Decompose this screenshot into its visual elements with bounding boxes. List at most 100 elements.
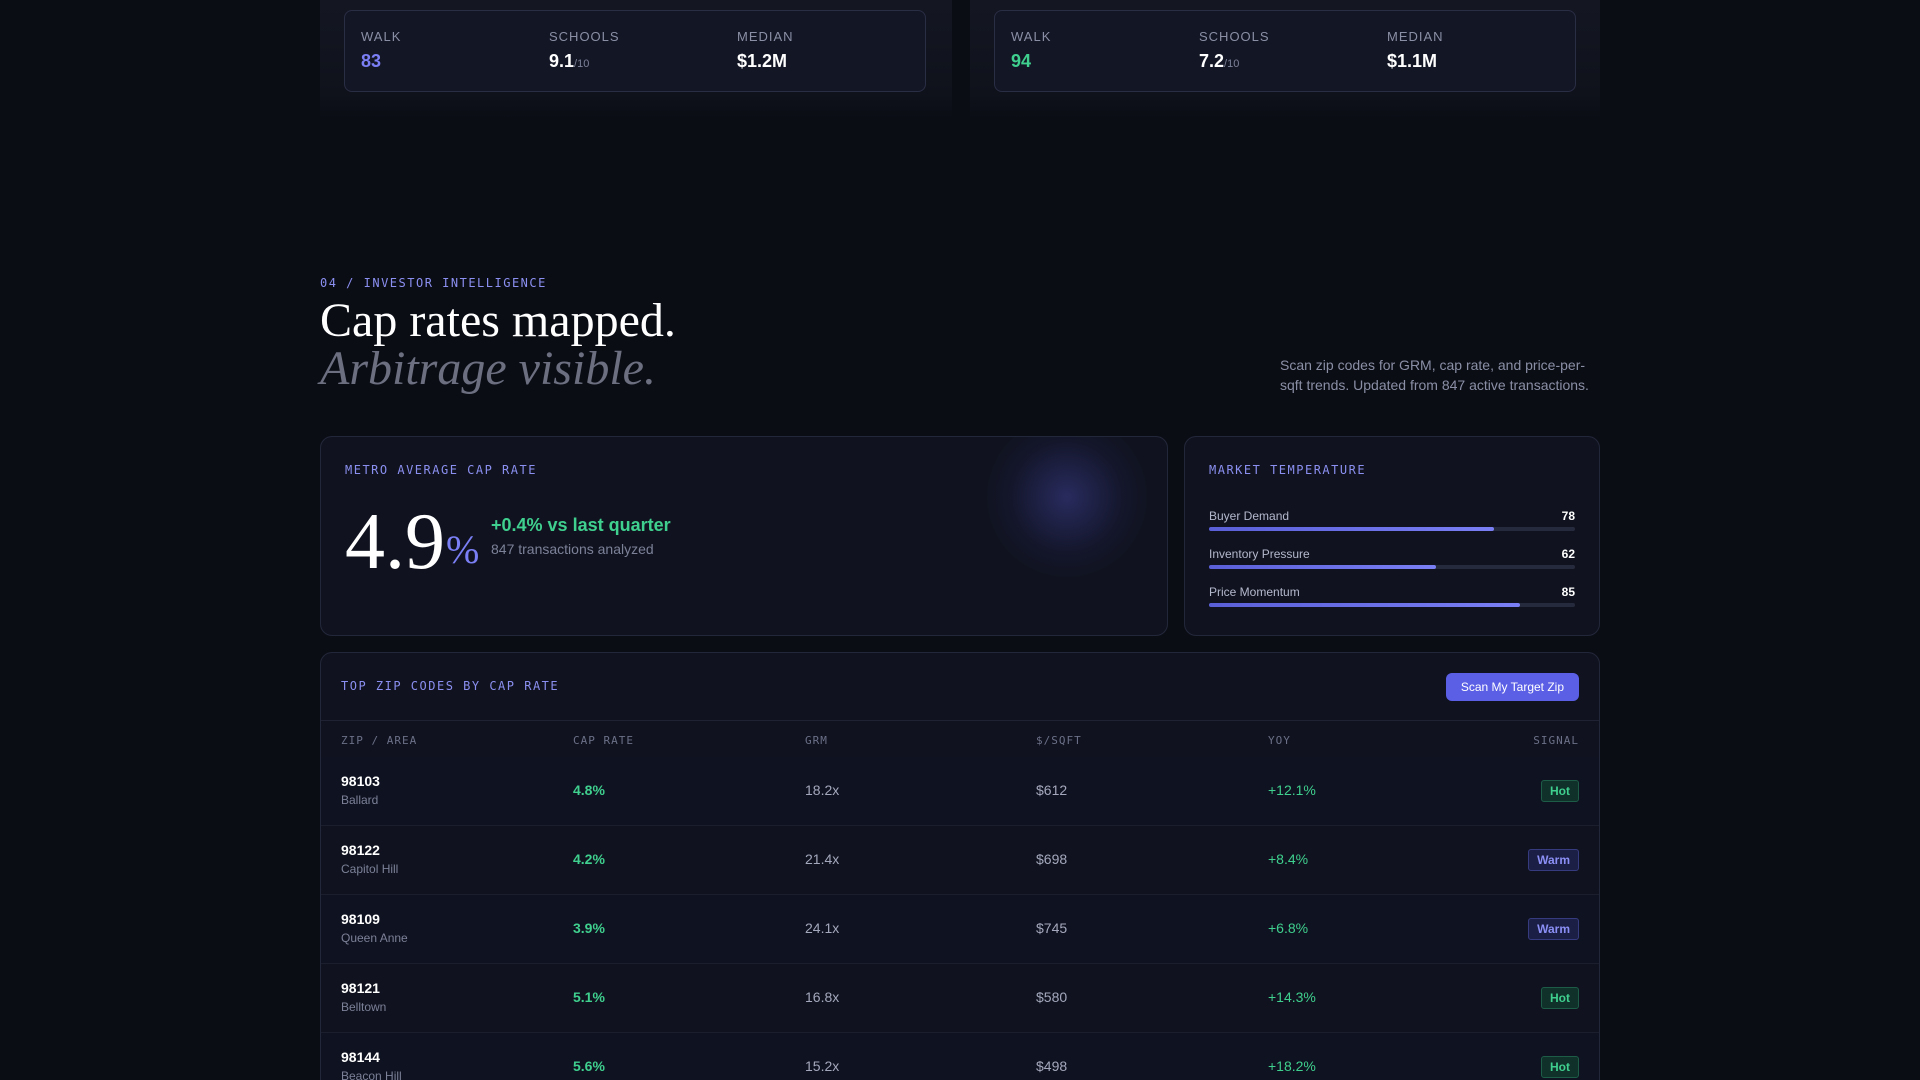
grm-cell: 16.8x <box>805 989 840 1005</box>
schools-value: 7.2/10 <box>1199 51 1240 71</box>
walk-label: WALK <box>361 29 402 44</box>
cap-rate-cell: 5.1% <box>573 989 605 1005</box>
price-per-sqft-cell: $580 <box>1036 989 1068 1005</box>
cap-rate-value: 4.9 <box>345 498 445 586</box>
section-headline: Cap rates mapped. <box>320 294 676 347</box>
scan-target-zip-button[interactable]: Scan My Target Zip <box>1445 673 1579 701</box>
neighborhood-stats-card: WALK 94 SCHOOLS 7.2/10 MEDIAN $1.1M <box>994 10 1576 92</box>
panel-glow <box>987 437 1147 577</box>
table-row[interactable]: 98121 Belltown 5.1% 16.8x $580 +14.3% Ho… <box>321 964 1599 1033</box>
metric-value: 85 <box>1561 585 1575 599</box>
grm-cell: 21.4x <box>805 851 840 867</box>
top-zip-codes-panel: TOP ZIP CODES BY CAP RATE Scan My Target… <box>320 652 1600 1080</box>
metric-label: Inventory Pressure <box>1209 547 1310 561</box>
price-per-sqft-cell: $745 <box>1036 920 1068 936</box>
cap-rate-unit: % <box>446 527 480 572</box>
cap-rate-cell: 4.8% <box>573 782 605 798</box>
metric-inventory-pressure: Inventory Pressure 62 <box>1209 547 1575 585</box>
area-name: Beacon Hill <box>341 1069 402 1080</box>
schools-value: 9.1/10 <box>549 51 590 71</box>
grm-cell: 24.1x <box>805 920 840 936</box>
price-per-sqft-cell: $612 <box>1036 782 1068 798</box>
grm-cell: 18.2x <box>805 782 840 798</box>
area-name: Queen Anne <box>341 931 408 945</box>
yoy-cell: +12.1% <box>1268 782 1316 798</box>
market-temperature-title: MARKET TEMPERATURE <box>1209 463 1367 477</box>
yoy-cell: +14.3% <box>1268 989 1316 1005</box>
schools-stat: SCHOOLS 9.1/10 <box>549 29 620 72</box>
median-label: MEDIAN <box>1387 29 1444 44</box>
median-stat: MEDIAN $1.1M <box>1387 29 1444 72</box>
yoy-cell: +18.2% <box>1268 1058 1316 1074</box>
schools-label: SCHOOLS <box>549 29 620 44</box>
page: WALK 83 SCHOOLS 9.1/10 MEDIAN $1.2M WALK… <box>0 0 1920 1080</box>
area-name: Ballard <box>341 793 379 807</box>
table-column-headers: ZIP / AREA CAP RATE GRM $/SQFT YOY SIGNA… <box>321 721 1599 757</box>
zip-code: 98121 <box>341 980 380 996</box>
yoy-cell: +6.8% <box>1268 920 1309 936</box>
column-header-signal[interactable]: SIGNAL <box>1533 734 1579 747</box>
walk-value: 83 <box>361 51 382 71</box>
signal-badge: Hot <box>1541 780 1579 802</box>
cap-rate-title: METRO AVERAGE CAP RATE <box>345 463 537 477</box>
cap-rate-cell: 3.9% <box>573 920 605 936</box>
cap-rate-cell: 4.2% <box>573 851 605 867</box>
cap-rate-note: 847 transactions analyzed <box>491 541 654 557</box>
zip-table-title: TOP ZIP CODES BY CAP RATE <box>341 679 560 693</box>
zip-code: 98109 <box>341 911 380 927</box>
zip-table-header: TOP ZIP CODES BY CAP RATE Scan My Target… <box>321 653 1599 721</box>
column-header-cap-rate[interactable]: CAP RATE <box>573 734 634 747</box>
price-per-sqft-cell: $498 <box>1036 1058 1068 1074</box>
yoy-cell: +8.4% <box>1268 851 1309 867</box>
median-value: $1.1M <box>1387 51 1438 71</box>
neighborhood-stats-card: WALK 83 SCHOOLS 9.1/10 MEDIAN $1.2M <box>344 10 926 92</box>
zip-code: 98103 <box>341 773 380 789</box>
section-eyebrow: 04 / INVESTOR INTELLIGENCE <box>320 276 547 290</box>
cap-rate-cell: 5.6% <box>573 1058 605 1074</box>
metric-buyer-demand: Buyer Demand 78 <box>1209 509 1575 547</box>
median-stat: MEDIAN $1.2M <box>737 29 794 72</box>
signal-badge: Warm <box>1528 849 1579 871</box>
area-name: Belltown <box>341 1000 387 1014</box>
median-value: $1.2M <box>737 51 788 71</box>
signal-badge: Hot <box>1541 987 1579 1009</box>
zip-code: 98144 <box>341 1049 380 1065</box>
metric-value: 62 <box>1561 547 1575 561</box>
walk-label: WALK <box>1011 29 1052 44</box>
zip-code: 98122 <box>341 842 380 858</box>
metric-fill <box>1209 603 1521 607</box>
walk-stat: WALK 94 <box>1011 29 1051 72</box>
metric-value: 78 <box>1561 509 1575 523</box>
zip-table-body: 98103 Ballard 4.8% 18.2x $612 +12.1% Hot… <box>321 757 1599 1080</box>
metro-cap-rate-panel: METRO AVERAGE CAP RATE 4.9 % +0.4% vs la… <box>320 436 1168 636</box>
section-subheadline: Arbitrage visible. <box>320 342 656 395</box>
column-header-sqft[interactable]: $/SQFT <box>1036 734 1082 747</box>
price-per-sqft-cell: $698 <box>1036 851 1068 867</box>
metric-track <box>1209 527 1575 531</box>
table-row[interactable]: 98109 Queen Anne 3.9% 24.1x $745 +6.8% W… <box>321 895 1599 964</box>
median-label: MEDIAN <box>737 29 794 44</box>
column-header-zip[interactable]: ZIP / AREA <box>341 734 417 747</box>
walk-stat: WALK 83 <box>361 29 401 72</box>
signal-badge: Hot <box>1541 1056 1579 1078</box>
market-temperature-panel: MARKET TEMPERATURE Buyer Demand 78 Inven… <box>1184 436 1600 636</box>
metric-price-momentum: Price Momentum 85 <box>1209 585 1575 623</box>
table-row[interactable]: 98122 Capitol Hill 4.2% 21.4x $698 +8.4%… <box>321 826 1599 895</box>
column-header-grm[interactable]: GRM <box>805 734 828 747</box>
grm-cell: 15.2x <box>805 1058 840 1074</box>
metric-fill <box>1209 565 1436 569</box>
schools-label: SCHOOLS <box>1199 29 1270 44</box>
section-description: Scan zip codes for GRM, cap rate, and pr… <box>1280 357 1589 393</box>
metric-track <box>1209 565 1575 569</box>
metric-label: Price Momentum <box>1209 585 1300 599</box>
metric-label: Buyer Demand <box>1209 509 1290 523</box>
column-header-yoy[interactable]: YOY <box>1268 734 1291 747</box>
table-row[interactable]: 98144 Beacon Hill 5.6% 15.2x $498 +18.2%… <box>321 1033 1599 1080</box>
cap-rate-delta: +0.4% vs last quarter <box>491 515 671 535</box>
metric-fill <box>1209 527 1495 531</box>
schools-stat: SCHOOLS 7.2/10 <box>1199 29 1270 72</box>
temperature-metrics: Buyer Demand 78 Inventory Pressure 62 Pr… <box>1209 509 1575 623</box>
area-name: Capitol Hill <box>341 862 399 876</box>
signal-badge: Warm <box>1528 918 1579 940</box>
table-row[interactable]: 98103 Ballard 4.8% 18.2x $612 +12.1% Hot <box>321 757 1599 826</box>
